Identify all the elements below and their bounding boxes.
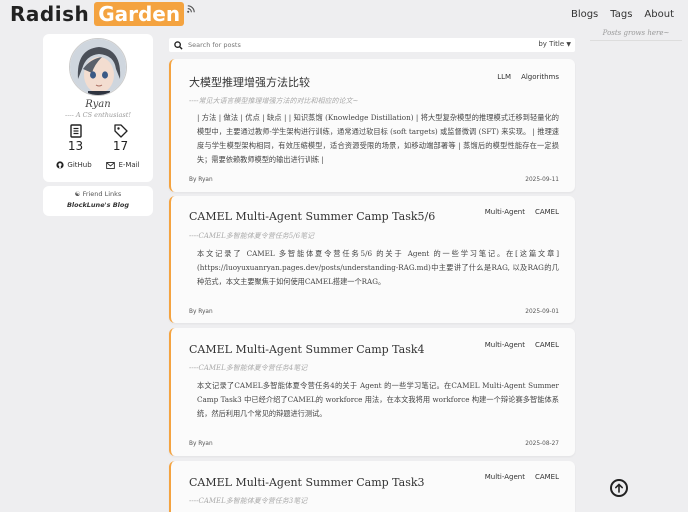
friend-links-title: ☯ Friend Links [43, 190, 153, 198]
search-icon [174, 40, 183, 50]
top-nav: Blogs Tags About [571, 9, 674, 20]
post-author: By Ryan [189, 309, 213, 315]
post-date: 2025-08-27 [525, 441, 559, 447]
users-icon: ☯ [74, 190, 81, 198]
friend-links-label: Friend Links [82, 190, 122, 198]
post-excerpt: 本文记录了 CAMEL 多智能体夏令营任务5/6 的关于 Agent 的一些学习… [197, 249, 559, 286]
post-date: 2025-09-01 [525, 309, 559, 315]
email-label: E-Mail [118, 161, 140, 169]
avatar [69, 38, 127, 96]
tag-icon [113, 124, 128, 138]
rss-icon[interactable] [187, 5, 195, 13]
post-subtitle: ----常见大语言模型推理增强方法的对比和相应的论文~ [189, 97, 359, 105]
post-tags: Multi-Agent CAMEL [485, 208, 559, 216]
tag-link[interactable]: LLM [497, 73, 511, 81]
nav-about[interactable]: About [644, 9, 674, 20]
sort-label: by Title [538, 40, 565, 48]
chevron-down-icon: ▼ [566, 41, 571, 48]
post-title[interactable]: CAMEL Multi-Agent Summer Camp Task5/6 [189, 210, 435, 223]
post-card[interactable]: CAMEL Multi-Agent Summer Camp Task3 Mult… [169, 461, 575, 512]
brand-garden: Garden [94, 2, 185, 26]
hint-divider [590, 40, 682, 41]
nav-tags[interactable]: Tags [610, 9, 632, 20]
tag-link[interactable]: Multi-Agent [485, 208, 525, 216]
profile-stats: 13 17 [43, 124, 153, 153]
post-excerpt: | 方法 | 做法 | 优点 | 缺点 | | 知识蒸馏 (Knowledge … [197, 113, 559, 164]
arrow-up-icon [615, 483, 623, 493]
profile-subtitle: ---- A CS enthusiast! [65, 111, 131, 119]
sort-select[interactable]: by Title ▼ [538, 40, 571, 48]
post-excerpt: 本文记录了CAMEL多智能体夏令营任务4的关于 Agent 的一些学习笔记。在C… [197, 381, 559, 418]
brand-radish: Radish [10, 2, 90, 26]
site-brand[interactable]: Radish Garden [10, 2, 195, 26]
profile-name: Ryan [85, 99, 111, 110]
post-card[interactable]: CAMEL Multi-Agent Summer Camp Task5/6 Mu… [169, 196, 575, 323]
friend-blog-link[interactable]: BlockLune's Blog [43, 201, 153, 209]
post-tags: Multi-Agent CAMEL [485, 473, 559, 481]
post-tags: Multi-Agent CAMEL [485, 341, 559, 349]
tag-link[interactable]: CAMEL [535, 473, 559, 481]
friend-links-card: ☯ Friend Links BlockLune's Blog [43, 186, 153, 216]
tags-count: 17 [112, 139, 129, 153]
post-author: By Ryan [189, 177, 213, 183]
tag-link[interactable]: Multi-Agent [485, 341, 525, 349]
posts-grows-hint: Posts grows here~ [602, 29, 670, 37]
post-date: 2025-09-11 [525, 177, 559, 183]
search-bar: by Title ▼ [169, 38, 575, 52]
back-to-top-button[interactable] [610, 479, 628, 497]
post-subtitle: ----CAMEL多智能体夏令营任务3笔记 [189, 497, 308, 505]
tag-link[interactable]: CAMEL [535, 208, 559, 216]
post-title[interactable]: 大模型推理增强方法比较 [189, 74, 310, 90]
post-author: By Ryan [189, 441, 213, 447]
tags-stat[interactable]: 17 [113, 124, 128, 153]
mail-icon [106, 161, 116, 169]
search-input[interactable] [188, 41, 488, 49]
github-link[interactable]: GitHub [56, 161, 92, 169]
document-icon [69, 124, 82, 138]
post-card[interactable]: 大模型推理增强方法比较 LLM Algorithms ----常见大语言模型推理… [169, 59, 575, 192]
post-card[interactable]: CAMEL Multi-Agent Summer Camp Task4 Mult… [169, 328, 575, 456]
email-link[interactable]: E-Mail [106, 161, 140, 169]
posts-stat[interactable]: 13 [68, 124, 83, 153]
post-title[interactable]: CAMEL Multi-Agent Summer Camp Task4 [189, 343, 425, 356]
post-subtitle: ----CAMEL多智能体夏令营任务4笔记 [189, 364, 308, 372]
profile-card: Ryan ---- A CS enthusiast! 13 17 GitHub … [43, 34, 153, 182]
posts-count: 13 [67, 139, 84, 153]
post-subtitle: ----CAMEL多智能体夏令营任务5/6笔记 [189, 232, 315, 240]
tag-link[interactable]: Algorithms [521, 73, 559, 81]
tag-link[interactable]: Multi-Agent [485, 473, 525, 481]
github-label: GitHub [67, 161, 92, 169]
tag-link[interactable]: CAMEL [535, 341, 559, 349]
profile-links: GitHub E-Mail [43, 161, 153, 169]
post-title[interactable]: CAMEL Multi-Agent Summer Camp Task3 [189, 476, 425, 489]
post-tags: LLM Algorithms [497, 73, 559, 81]
nav-blogs[interactable]: Blogs [571, 9, 598, 20]
github-icon [56, 161, 64, 169]
